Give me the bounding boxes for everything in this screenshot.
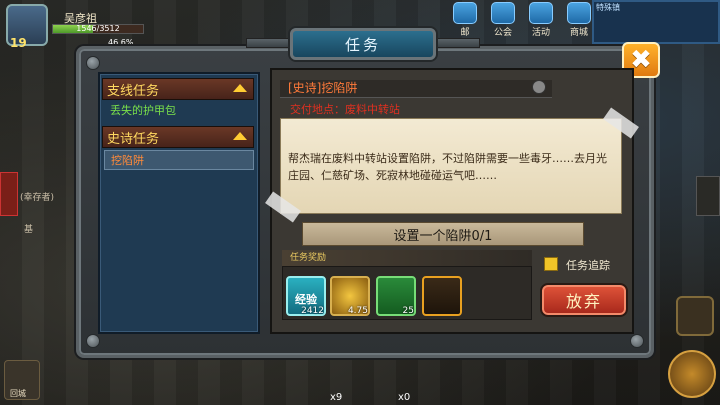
top-menu-mail[interactable]: 邮 [448,2,482,38]
abandon-button[interactable]: 放弃 [540,283,628,317]
quest-track-checkbox[interactable] [544,257,558,271]
scroll-icon[interactable] [422,276,462,316]
top-menu-label: 活动 [531,28,550,38]
reward-label: 任务奖励 [282,250,532,266]
bolt-icon [86,56,100,70]
right-side-tab[interactable] [696,176,720,216]
side-label: (幸存者) [20,193,55,203]
quest-title: [史诗]挖陷阱 [280,80,552,98]
title-wing [436,38,480,48]
abandon-label: 放弃 [565,292,602,311]
category-label: 史诗任务 [107,131,160,147]
back-city-label: 回城 [10,389,26,398]
category-header-side[interactable]: 支线任务 [102,78,254,100]
top-menu: 邮 公会 活动 商城 [448,2,596,38]
dialog-title-plate: 任务 [290,28,436,60]
collapse-arrow-icon [233,84,247,92]
minimap-label: 特殊镇 [596,3,620,12]
skill-count: x9 [330,392,343,403]
dialog-title: 任务 [344,35,381,54]
reward-count: 25 [402,306,414,316]
quest-list-item-selected[interactable]: 挖陷阱 [104,150,254,170]
left-side-tab[interactable] [0,172,18,216]
event-icon [529,2,553,24]
skill-count: x0 [398,392,411,403]
guild-icon [491,2,515,24]
quest-track-label: 任务追踪 [566,259,610,272]
quest-item-label: 挖陷阱 [111,154,144,167]
category-label: 支线任务 [107,83,160,99]
collapse-arrow-icon [233,132,247,140]
side-label: 基 [24,225,34,235]
player-level: 19 [10,36,27,50]
top-menu-label: 商城 [569,28,588,38]
title-wing [246,38,290,48]
bolt-icon [86,334,100,348]
top-menu-event[interactable]: 活动 [524,2,558,38]
attack-button[interactable] [668,350,716,398]
mail-icon [453,2,477,24]
top-menu-shop[interactable]: 商城 [562,2,596,38]
quest-location: 交付地点：废料中转站 [290,103,400,116]
top-menu-guild[interactable]: 公会 [486,2,520,38]
bolt-icon [630,334,644,348]
top-menu-label: 公会 [493,28,512,38]
top-menu-label: 邮 [460,28,470,38]
bag-button[interactable] [676,296,714,336]
category-header-epic[interactable]: 史诗任务 [102,126,254,148]
objective-text: 设置一个陷阱0/1 [393,228,493,244]
reward-count: 4.75 [347,306,368,316]
quest-objective: 设置一个陷阱0/1 [302,222,584,246]
shop-icon [567,2,591,24]
exp-reward-label: 经验 [295,293,317,306]
hp-text: 1546/3512 [76,24,120,33]
quest-item-label: 丢失的护甲包 [110,104,176,117]
reward-count: 2412 [301,306,324,316]
quest-description: 帮杰瑞在废料中转站设置陷阱，不过陷阱需要一些毒牙……去月光庄园、仁慈矿场、死寂林… [288,152,607,182]
quest-list-item[interactable]: 丢失的护甲包 [104,100,254,120]
title-end-cap [532,80,546,94]
